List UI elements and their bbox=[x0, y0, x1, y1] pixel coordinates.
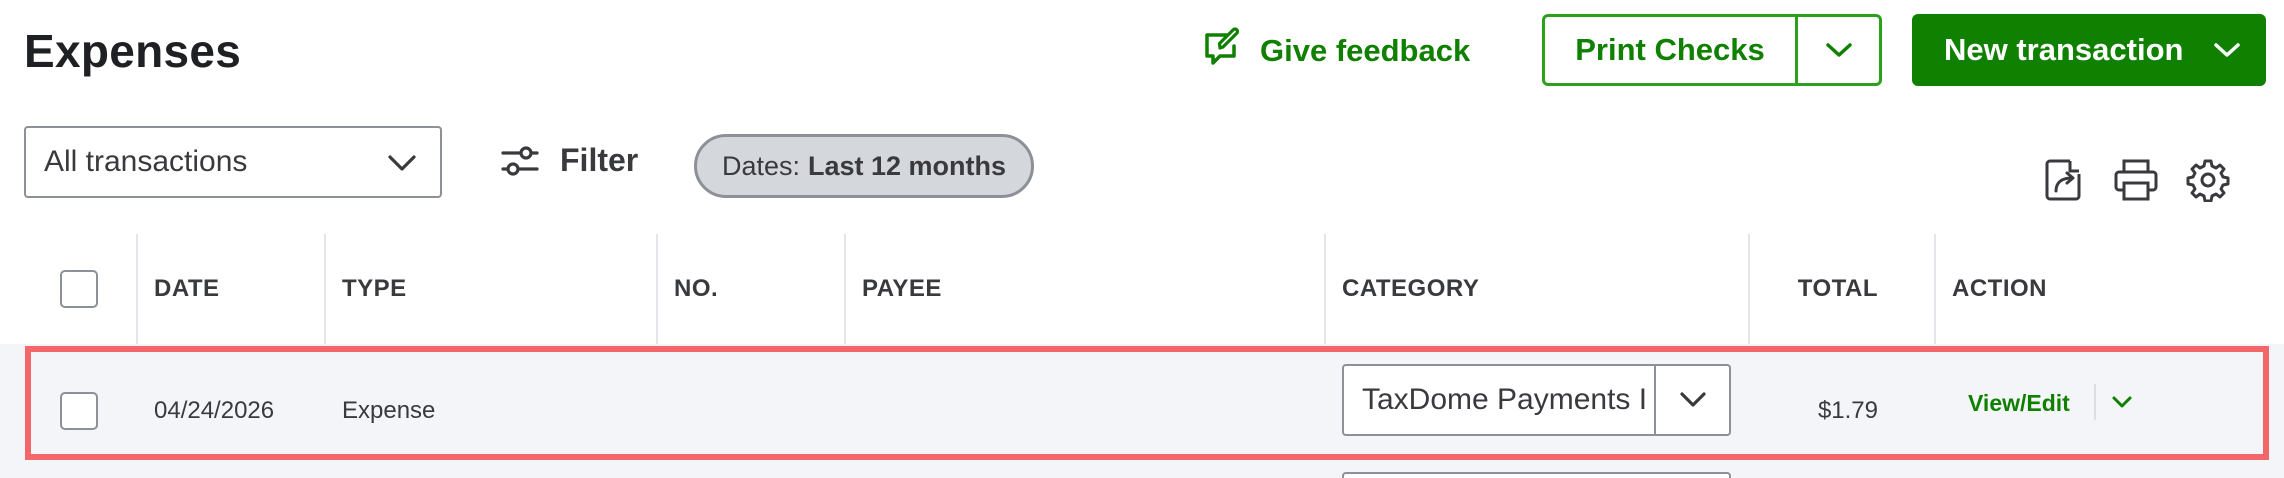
action-divider bbox=[2094, 384, 2096, 420]
row-total: $1.79 bbox=[1817, 397, 1878, 424]
table-header: DATE TYPE NO. PAYEE CATEGORY TOTAL ACTIO… bbox=[0, 234, 2284, 344]
new-transaction-button[interactable]: New transaction bbox=[1912, 14, 2266, 86]
export-icon[interactable] bbox=[2040, 156, 2088, 204]
view-edit-link[interactable]: View/Edit bbox=[1968, 390, 2070, 417]
row-checkbox[interactable] bbox=[60, 392, 98, 430]
category-dropdown-button[interactable] bbox=[1654, 366, 1729, 434]
dates-filter-pill[interactable]: Dates: Last 12 months bbox=[694, 134, 1034, 198]
category-select-value: TaxDome Payments I bbox=[1362, 383, 1648, 416]
select-all-checkbox[interactable] bbox=[60, 270, 98, 308]
column-header-date[interactable]: DATE bbox=[154, 234, 220, 344]
column-header-action: ACTION bbox=[1952, 275, 2047, 302]
transactions-type-select[interactable]: All transactions bbox=[24, 126, 442, 198]
next-row-category-select[interactable] bbox=[1342, 472, 1731, 478]
chevron-down-icon bbox=[1825, 43, 1852, 57]
filter-label: Filter bbox=[560, 142, 639, 178]
column-header-category[interactable]: CATEGORY bbox=[1342, 234, 1479, 344]
filter-button[interactable]: Filter bbox=[500, 142, 638, 179]
new-transaction-label: New transaction bbox=[1944, 32, 2184, 67]
page-title: Expenses bbox=[24, 25, 242, 77]
column-header-no[interactable]: NO. bbox=[674, 234, 718, 344]
row-date: 04/24/2026 bbox=[154, 397, 275, 424]
chevron-down-icon bbox=[388, 155, 416, 171]
dates-value: Last 12 months bbox=[808, 150, 1007, 181]
category-select[interactable]: TaxDome Payments I bbox=[1342, 364, 1731, 436]
column-header-payee[interactable]: PAYEE bbox=[862, 234, 942, 344]
transactions-select-value: All transactions bbox=[44, 145, 248, 178]
feedback-icon bbox=[1200, 26, 1244, 75]
settings-gear-icon[interactable] bbox=[2184, 156, 2232, 204]
print-checks-split-button[interactable]: Print Checks bbox=[1542, 14, 1882, 86]
print-icon[interactable] bbox=[2112, 156, 2160, 204]
feedback-label: Give feedback bbox=[1260, 32, 1471, 68]
column-header-type[interactable]: TYPE bbox=[342, 234, 407, 344]
filter-sliders-icon bbox=[501, 145, 539, 176]
table-row[interactable]: 04/24/2026 Expense $1.79 bbox=[0, 344, 2284, 478]
give-feedback-link[interactable]: Give feedback bbox=[1200, 26, 1470, 75]
chevron-down-icon bbox=[1679, 392, 1706, 407]
column-header-total[interactable]: TOTAL bbox=[1748, 234, 1878, 344]
row-type: Expense bbox=[342, 397, 436, 424]
chevron-down-icon bbox=[2112, 396, 2132, 408]
dates-prefix: Dates: bbox=[721, 150, 800, 181]
print-checks-dropdown-button[interactable] bbox=[1795, 17, 1879, 83]
row-actions-dropdown[interactable] bbox=[2110, 394, 2134, 415]
print-checks-button[interactable]: Print Checks bbox=[1545, 17, 1795, 83]
chevron-down-icon bbox=[2214, 43, 2240, 57]
